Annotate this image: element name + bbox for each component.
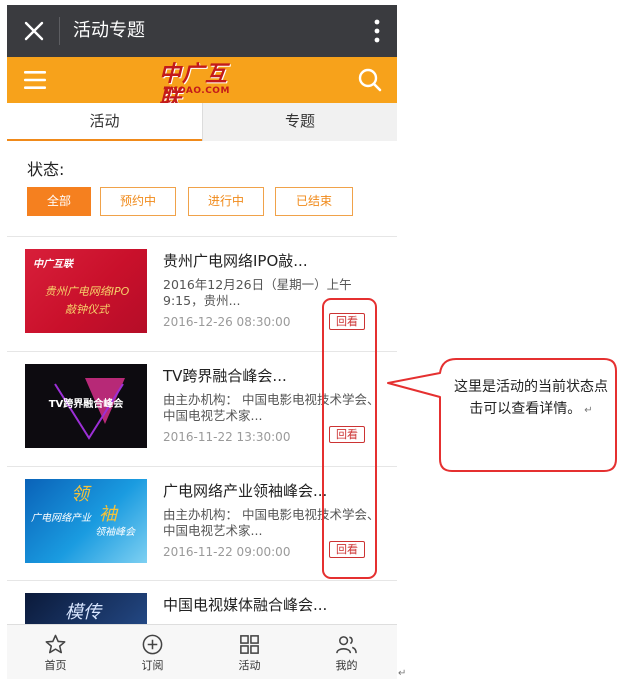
site-logo[interactable]: 中广互联 TVOAO.COM <box>159 63 247 111</box>
status-label: 状态: <box>27 160 65 179</box>
item-thumbnail: 领 袖 广电网络产业 领袖峰会 <box>25 479 147 563</box>
item-title: 贵州广电网络IPO敲... <box>163 252 308 270</box>
search-icon[interactable] <box>357 67 383 93</box>
bottom-navigation: 首页 订阅 活动 我的 <box>7 624 397 679</box>
item-title: 广电网络产业领袖峰会... <box>163 482 328 500</box>
users-icon <box>336 636 357 654</box>
item-title: 中国电视媒体融合峰会... <box>163 596 328 614</box>
tab-activity[interactable]: 活动 <box>7 103 202 141</box>
star-icon <box>45 634 66 654</box>
item-title: TV跨界融合峰会... <box>163 367 287 385</box>
close-icon[interactable] <box>23 20 45 42</box>
nav-home[interactable]: 首页 <box>7 625 104 679</box>
annotation-highlight-frame <box>322 298 377 579</box>
filter-ongoing-button[interactable]: 进行中 <box>188 187 264 216</box>
more-vertical-icon[interactable] <box>373 18 381 44</box>
tab-bar: 活动 专题 <box>7 103 397 141</box>
nav-subscribe[interactable]: 订阅 <box>104 625 201 679</box>
annotation-text: 这里是活动的当前状态点击可以查看详情。 ↵ <box>454 379 608 417</box>
filter-booking-button[interactable]: 预约中 <box>100 187 176 216</box>
plus-circle-icon <box>142 634 163 655</box>
paragraph-mark: ↵ <box>398 668 407 679</box>
item-time: 2016-11-22 13:30:00 <box>163 430 291 444</box>
item-time: 2016-11-22 09:00:00 <box>163 545 291 559</box>
nav-activity[interactable]: 活动 <box>201 625 298 679</box>
item-thumbnail: TV跨界融合峰会 <box>25 364 147 448</box>
filter-all-button[interactable]: 全部 <box>27 187 91 216</box>
hamburger-menu-icon[interactable] <box>23 69 47 91</box>
grid-icon <box>240 635 259 654</box>
page-title: 活动专题 <box>73 20 145 41</box>
tab-topic[interactable]: 专题 <box>202 103 397 141</box>
title-separator <box>59 17 60 45</box>
item-time: 2016-12-26 08:30:00 <box>163 315 291 329</box>
item-thumbnail: 中广互联 贵州广电网络IPO 敲钟仪式 <box>25 249 147 333</box>
nav-mine[interactable]: 我的 <box>298 625 395 679</box>
site-header: 中广互联 TVOAO.COM <box>7 57 397 111</box>
title-bar: 活动专题 <box>7 5 397 57</box>
filter-ended-button[interactable]: 已结束 <box>275 187 353 216</box>
